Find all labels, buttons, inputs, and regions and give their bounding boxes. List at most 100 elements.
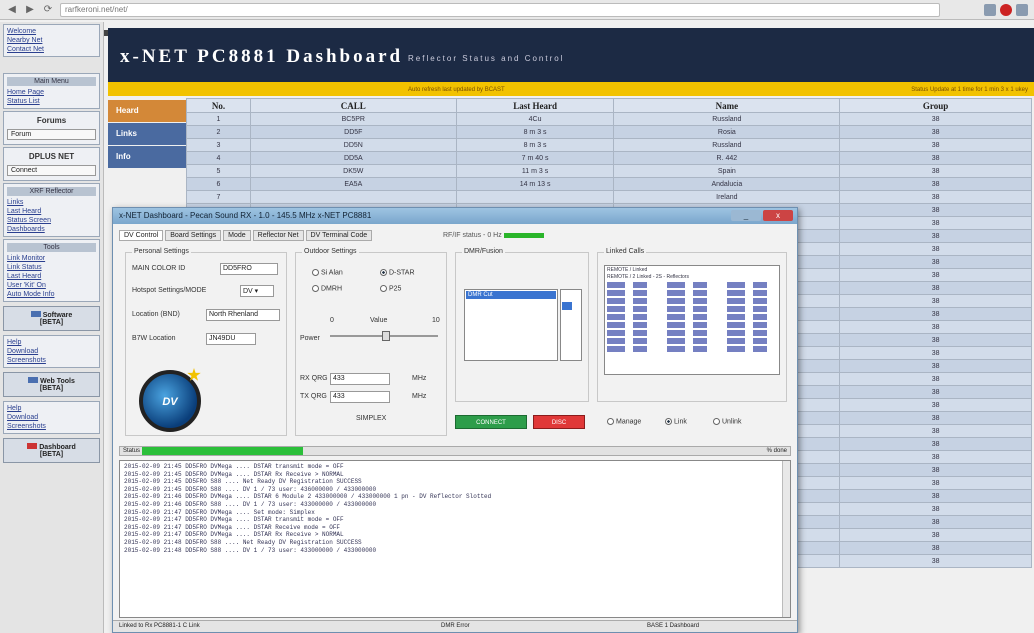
software-title: Software: [42, 312, 73, 319]
log-scrollbar[interactable]: [782, 461, 790, 617]
linked-row[interactable]: [607, 322, 777, 328]
stop-icon[interactable]: [1000, 3, 1012, 16]
log-output[interactable]: 2015-02-09 21:45 DD5FRO DVMega .... DSTA…: [119, 460, 791, 618]
table-row[interactable]: 4 DD5A 7 m 40 s R. 442 38: [186, 151, 1032, 165]
radio-link[interactable]: Link: [665, 418, 687, 425]
disconnect-button[interactable]: DISC: [533, 415, 585, 429]
sidebar-link[interactable]: Download: [7, 347, 96, 356]
top-link[interactable]: Contact Net: [7, 45, 96, 54]
table-row[interactable]: 7 Ireland 38: [186, 190, 1032, 204]
tab-mode[interactable]: Mode: [223, 230, 251, 241]
linked-row[interactable]: [607, 314, 777, 320]
table-row[interactable]: 3 DD5N 8 m 3 s Russland 38: [186, 138, 1032, 152]
table-cell: 38: [839, 502, 1032, 516]
col-call[interactable]: CALL: [249, 98, 457, 113]
forward-icon[interactable]: ▶: [24, 4, 36, 16]
sidebar-link[interactable]: Auto Mode Info: [7, 290, 96, 299]
tab-dv-terminal[interactable]: DV Terminal Code: [305, 230, 373, 241]
linked-row[interactable]: [607, 306, 777, 312]
sidebar-link[interactable]: Dashboards: [7, 225, 96, 234]
dmr-scroll-sel[interactable]: [562, 302, 572, 310]
dmr-selected[interactable]: DMR Cut: [466, 291, 556, 299]
address-bar[interactable]: rarfkeroni.net/net/: [60, 2, 940, 17]
dashboard-box[interactable]: Dashboard [BETA]: [3, 438, 100, 463]
software-box[interactable]: Software [BETA]: [3, 306, 100, 331]
col-last-heard[interactable]: Last Heard: [455, 98, 615, 113]
table-cell: 11 m 3 s: [455, 164, 615, 178]
table-cell: 38: [839, 372, 1032, 386]
table-row[interactable]: 5 DK5W 11 m 3 s Spain 38: [186, 164, 1032, 178]
sidebar-link[interactable]: Link Monitor: [7, 254, 96, 263]
linked-row[interactable]: [607, 290, 777, 296]
sidebar-link[interactable]: Download: [7, 413, 96, 422]
slider-thumb[interactable]: [382, 331, 390, 341]
connect-button[interactable]: CONNECT: [455, 415, 527, 429]
dmr-list[interactable]: DMR Cut: [464, 289, 558, 361]
location-field[interactable]: North Rhenland: [206, 309, 280, 321]
linked-row[interactable]: [607, 346, 777, 352]
table-cell: Andalucia: [613, 177, 841, 191]
tab-board-settings[interactable]: Board Settings: [165, 230, 222, 241]
power-slider[interactable]: [330, 331, 438, 341]
top-link[interactable]: Welcome: [7, 27, 96, 36]
table-cell: 4: [186, 151, 251, 165]
b7w-field[interactable]: JN49DU: [206, 333, 256, 345]
radio-dmrh[interactable]: DMRH: [312, 285, 342, 292]
tab-reflector-net[interactable]: Reflector Net: [252, 230, 304, 241]
minimize-button[interactable]: _: [731, 210, 761, 221]
table-cell: 38: [839, 203, 1032, 217]
dmr-scroll-list[interactable]: [560, 289, 582, 361]
col-name[interactable]: Name: [613, 98, 841, 113]
hotspot-select[interactable]: DV ▾: [240, 285, 274, 297]
table-row[interactable]: 6 EA5A 14 m 13 s Andalucia 38: [186, 177, 1032, 191]
tab-dv-control[interactable]: DV Control: [119, 230, 164, 241]
linked-list[interactable]: REMOTE / Linked REMOTE / 2 Linked - 2S -…: [604, 265, 780, 375]
sidebar-link[interactable]: Link Status: [7, 263, 96, 272]
sidebar-link[interactable]: Screenshots: [7, 422, 96, 431]
radio-p25[interactable]: P25: [380, 285, 401, 292]
sidebar-link[interactable]: Home Page: [7, 88, 96, 97]
radio-circle: [312, 285, 319, 292]
table-row[interactable]: 2 DD5F 8 m 3 s Rosia 38: [186, 125, 1032, 139]
sidebar-link[interactable]: Status Screen: [7, 216, 96, 225]
linked-row[interactable]: [607, 330, 777, 336]
radio-manage[interactable]: Manage: [607, 418, 641, 425]
close-button[interactable]: x: [763, 210, 793, 221]
sidebar-link[interactable]: Screenshots: [7, 356, 96, 365]
sidebar-link[interactable]: Help: [7, 338, 96, 347]
mode-label: SIMPLEX: [356, 415, 387, 422]
dialog-titlebar[interactable]: x-NET Dashboard - Pecan Sound RX - 1.0 -…: [113, 208, 797, 224]
sidebar-link[interactable]: User 'Kit' On: [7, 281, 96, 290]
sidebar-link[interactable]: Help: [7, 404, 96, 413]
rx-field[interactable]: 433: [330, 373, 390, 385]
extension-icon[interactable]: [984, 3, 996, 16]
sidebar-link[interactable]: Links: [7, 198, 96, 207]
table-row[interactable]: 1 BC5PR 4Cu Russland 38: [186, 112, 1032, 126]
tab-links[interactable]: Links: [108, 123, 186, 145]
linked-row[interactable]: [607, 282, 777, 288]
sidebar-link[interactable]: Status List: [7, 97, 96, 106]
linked-row[interactable]: [607, 338, 777, 344]
radio-alan[interactable]: Si Alan: [312, 269, 343, 276]
dialog-title: x-NET Dashboard - Pecan Sound RX - 1.0 -…: [119, 211, 372, 220]
forum-button[interactable]: Forum: [7, 129, 96, 140]
sidebar-link[interactable]: Last Heard: [7, 207, 96, 216]
connect-button[interactable]: Connect: [7, 165, 96, 176]
sidebar-link[interactable]: Last Heard: [7, 272, 96, 281]
top-link[interactable]: Nearby Net: [7, 36, 96, 45]
back-icon[interactable]: ◀: [6, 4, 18, 16]
radio-unlink[interactable]: Unlink: [713, 418, 741, 425]
tab-info[interactable]: Info: [108, 146, 186, 168]
tab-heard[interactable]: Heard: [108, 100, 186, 122]
linked-row[interactable]: [607, 298, 777, 304]
col-no[interactable]: No.: [186, 98, 251, 113]
menu-icon[interactable]: [1016, 3, 1028, 16]
table-cell: 38: [839, 476, 1032, 490]
col-group[interactable]: Group: [839, 98, 1032, 113]
dashboard-sub: [BETA]: [39, 451, 64, 458]
mycall-field[interactable]: DD5FRO: [220, 263, 278, 275]
tx-field[interactable]: 433: [330, 391, 390, 403]
webtools-box[interactable]: Web Tools [BETA]: [3, 372, 100, 397]
reload-icon[interactable]: ⟳: [42, 4, 54, 16]
radio-dstar[interactable]: D-STAR: [380, 269, 415, 276]
